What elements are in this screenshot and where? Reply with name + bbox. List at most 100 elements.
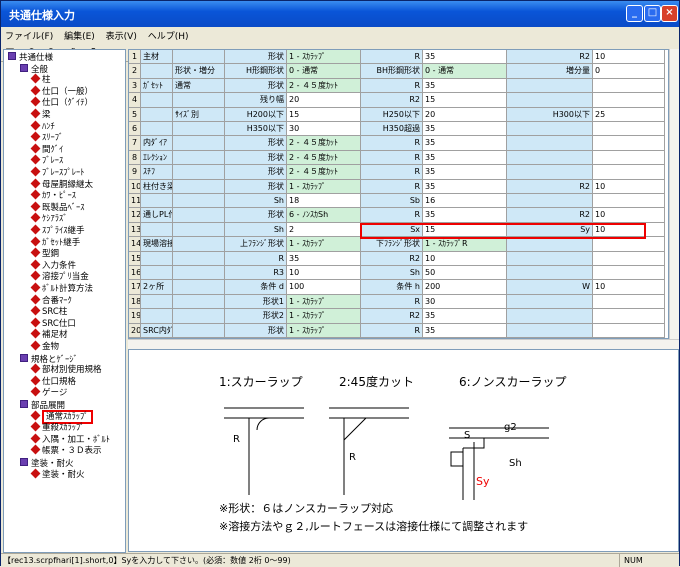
grid-cell[interactable]: 18 xyxy=(287,194,361,209)
grid-cell[interactable]: 10 xyxy=(593,280,665,295)
grid-cell[interactable]: 25 xyxy=(593,107,665,122)
grid-cell[interactable]: 2 - ４５度ｶｯﾄ xyxy=(287,150,361,166)
tree-item[interactable]: 型鋼 xyxy=(30,247,59,260)
menu-view[interactable]: 表示(V) xyxy=(102,27,141,44)
tree-item[interactable]: 部材別使用規格 xyxy=(30,363,102,376)
grid-cell[interactable]: 0 - 通常 xyxy=(287,64,361,79)
grid-cell[interactable] xyxy=(593,122,665,137)
grid-cell[interactable]: 0 xyxy=(593,64,665,79)
grid-cell[interactable]: 35 xyxy=(423,309,507,324)
grid-horizontal-scrollbar[interactable] xyxy=(128,339,679,349)
grid-cell[interactable]: 15 xyxy=(423,93,507,108)
tree-item[interactable]: ﾎﾞﾙﾄ計算方法 xyxy=(30,282,93,295)
grid-cell[interactable]: 35 xyxy=(423,208,507,223)
grid-cell[interactable] xyxy=(593,93,665,108)
tree-item[interactable]: 塗装・耐火 xyxy=(20,458,74,469)
tree-item[interactable]: 仕口規格 xyxy=(30,375,76,388)
grid-cell[interactable]: 0 - 通常 xyxy=(423,64,507,79)
tree-item[interactable]: 全般 xyxy=(20,63,48,75)
tree-item[interactable]: 仕口（一般） xyxy=(30,85,93,98)
tree-item[interactable]: ｹｼｱﾗｽﾞ xyxy=(30,212,68,225)
grid-cell[interactable]: 1 - ｽｶﾗｯﾌﾟ xyxy=(287,323,361,338)
grid-cell[interactable] xyxy=(593,78,665,94)
tree-item[interactable]: 帳票・３Ｄ表示 xyxy=(30,444,102,457)
tree-item[interactable]: 共通仕様 xyxy=(8,52,53,63)
maximize-button[interactable]: □ xyxy=(644,5,661,22)
grid-cell[interactable]: 10 xyxy=(593,208,665,223)
menu-file[interactable]: ファイル(F) xyxy=(1,27,57,44)
grid-cell[interactable] xyxy=(593,237,665,252)
grid-cell[interactable]: 2 - ４５度ｶｯﾄ xyxy=(287,78,361,94)
grid-cell[interactable]: 2 - ４５度ｶｯﾄ xyxy=(287,136,361,151)
tree-item[interactable]: 入力条件 xyxy=(30,259,76,272)
tree-item[interactable]: ﾌﾞﾚｰｽ xyxy=(30,154,63,167)
tree-item[interactable]: 母屋胴縁継太 xyxy=(30,178,93,191)
tree-item[interactable]: ゲージ xyxy=(30,386,67,399)
tree-item[interactable]: 入隅・加工・ﾎﾞﾙﾄ xyxy=(30,433,110,446)
grid-cell[interactable]: 10 xyxy=(593,222,665,238)
tree-item[interactable]: 溶接ﾌﾟﾘ当金 xyxy=(30,270,89,283)
tree-view[interactable]: 共通仕様 全般柱仕口（一般） 仕口（ｸﾞｲﾃ）梁ﾊﾝﾁ ｽﾘｰﾌﾞ 間ｸﾞｲ ﾌﾞﾚｰｽﾌ… xyxy=(3,49,126,553)
tree-item[interactable]: ﾌﾞﾚｰｽﾌﾟﾚｰﾄ xyxy=(30,166,85,179)
grid-cell[interactable]: 30 xyxy=(287,122,361,137)
grid-cell[interactable]: 10 xyxy=(423,251,507,266)
grid-cell[interactable] xyxy=(593,251,665,266)
grid-cell[interactable]: 35 xyxy=(423,165,507,180)
grid-cell[interactable]: 35 xyxy=(423,78,507,94)
tree-item[interactable]: ｶﾞｾｯﾄ継手 xyxy=(30,236,80,249)
grid-cell[interactable] xyxy=(593,150,665,166)
tree-item[interactable]: ｽﾘｰﾌﾞ xyxy=(30,131,63,144)
grid-cell[interactable] xyxy=(593,194,665,209)
grid-cell[interactable]: 100 xyxy=(287,280,361,295)
grid-cell[interactable] xyxy=(593,165,665,180)
grid-cell[interactable]: 1 - ｽｶﾗｯﾌﾟ xyxy=(287,309,361,324)
grid-cell[interactable]: 16 xyxy=(423,194,507,209)
grid-cell[interactable]: 35 xyxy=(423,323,507,338)
grid-cell[interactable] xyxy=(593,309,665,324)
minimize-button[interactable]: _ xyxy=(626,5,643,22)
grid-cell[interactable]: 10 xyxy=(593,50,665,65)
tree-item[interactable]: 重殺ｽｶﾗｯﾌﾟ xyxy=(30,421,85,434)
grid-cell[interactable]: 2 xyxy=(287,222,361,238)
grid-cell[interactable]: 1 - ｽｶﾗｯﾌﾟ xyxy=(287,237,361,252)
grid-cell[interactable]: 50 xyxy=(423,266,507,281)
tree-item[interactable]: ｽﾌﾟﾗｲｽ継手 xyxy=(30,224,85,237)
grid-cell[interactable]: 35 xyxy=(287,251,361,266)
tree-item[interactable]: 補足材 xyxy=(30,328,68,341)
grid-cell[interactable]: 1 - ｽｶﾗｯﾌﾟ xyxy=(287,50,361,65)
grid-cell[interactable]: 2 - ４５度ｶｯﾄ xyxy=(287,165,361,180)
grid-cell[interactable]: 1 - ｽｶﾗｯﾌﾟR xyxy=(423,237,507,252)
tree-item[interactable]: 規格とｹﾞｰｼﾞ xyxy=(20,353,78,365)
grid-cell[interactable]: 1 - ｽｶﾗｯﾌﾟ xyxy=(287,179,361,194)
tree-item[interactable]: ｶﾜ・ﾋﾟｰｽ xyxy=(30,189,76,202)
tree-item[interactable]: SRC仕口 xyxy=(30,317,76,330)
grid-cell[interactable]: 30 xyxy=(423,294,507,310)
tree-item[interactable]: SRC柱 xyxy=(30,305,67,318)
tree-item[interactable]: 間ｸﾞｲ xyxy=(30,143,63,156)
grid-cell[interactable]: 10 xyxy=(593,179,665,194)
grid-cell[interactable]: 15 xyxy=(423,222,507,238)
grid-cell[interactable] xyxy=(593,323,665,338)
tree-item[interactable]: 仕口（ｸﾞｲﾃ） xyxy=(30,96,93,109)
grid-cell[interactable]: 35 xyxy=(423,179,507,194)
grid-cell[interactable]: 20 xyxy=(423,107,507,122)
grid-cell[interactable] xyxy=(593,266,665,281)
grid-cell[interactable]: 1 - ｽｶﾗｯﾌﾟ xyxy=(287,294,361,310)
grid-cell[interactable]: 10 xyxy=(287,266,361,281)
tree-item[interactable]: 塗装・耐火 xyxy=(30,468,85,481)
grid-cell[interactable]: 20 xyxy=(287,93,361,108)
close-button[interactable]: × xyxy=(661,5,678,22)
grid-cell[interactable]: 35 xyxy=(423,122,507,137)
grid-cell[interactable]: 6 - ﾉﾝｽｶSh xyxy=(287,208,361,223)
grid-cell[interactable] xyxy=(593,136,665,151)
menu-help[interactable]: ヘルプ(H) xyxy=(144,27,193,44)
menu-edit[interactable]: 編集(E) xyxy=(60,27,99,44)
settings-grid[interactable]: 1 主材 形状 1 - ｽｶﾗｯﾌﾟ R 35 R2 10 2 形状・増分 H形鋼形状 0 - 通常 B… xyxy=(128,49,669,339)
tree-item[interactable]: 合番ﾏｰｸ xyxy=(30,294,72,307)
tree-item[interactable]: 金物 xyxy=(30,340,59,353)
grid-vertical-scrollbar[interactable] xyxy=(669,49,679,339)
grid-cell[interactable]: 15 xyxy=(287,107,361,122)
tree-item[interactable]: 通常ｽｶﾗｯﾌﾟ xyxy=(30,409,93,424)
grid-cell[interactable]: 200 xyxy=(423,280,507,295)
grid-cell[interactable] xyxy=(593,294,665,310)
